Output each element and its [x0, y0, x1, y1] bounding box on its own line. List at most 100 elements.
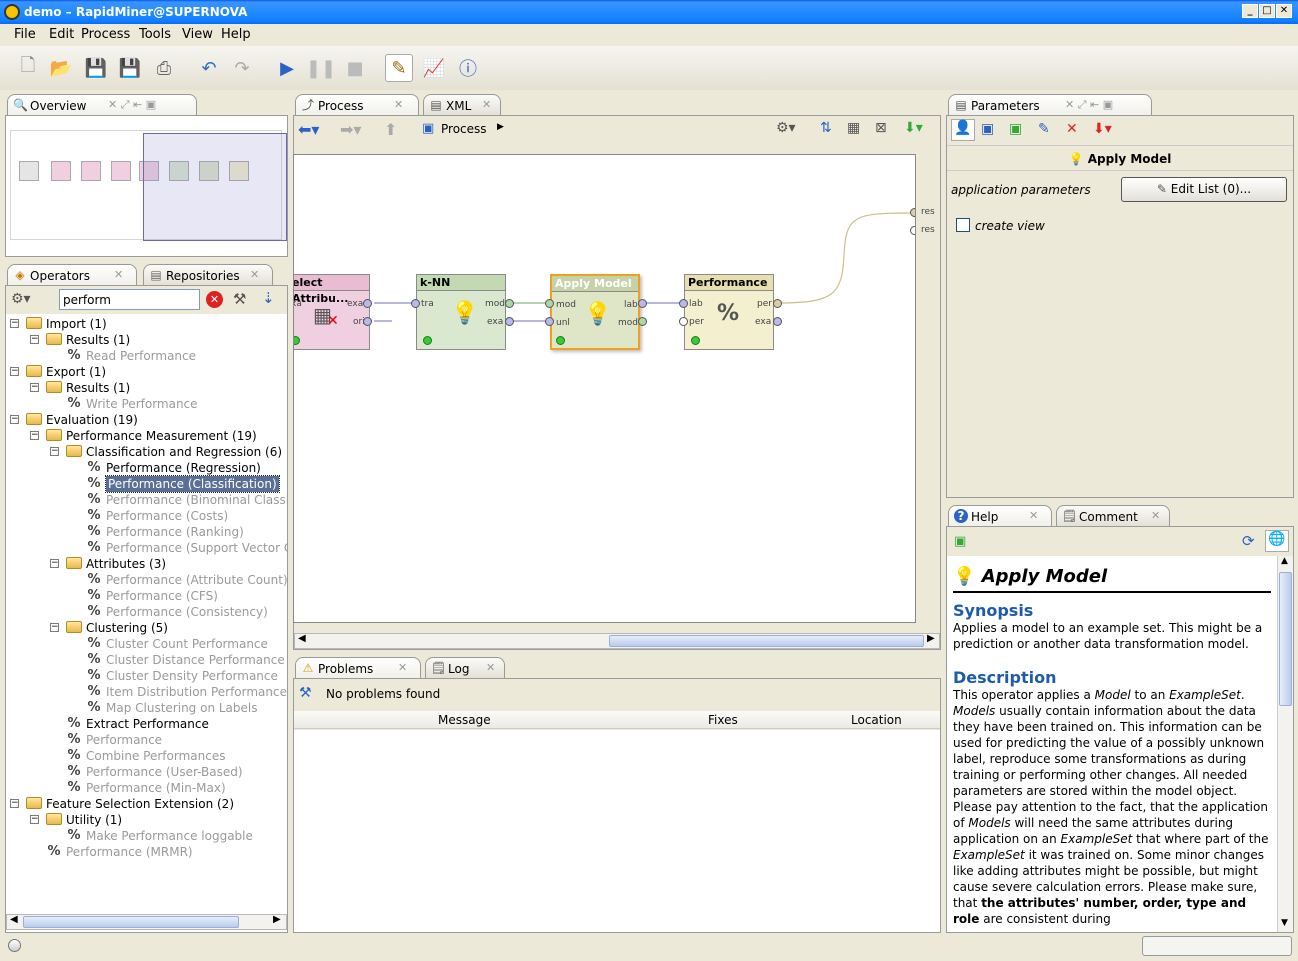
collapse-toggle-icon[interactable]: −: [50, 447, 59, 456]
tree-operator[interactable]: % Cluster Density Performance: [6, 668, 287, 684]
undo-icon[interactable]: ↶: [195, 54, 223, 82]
create-view-checkbox[interactable]: [956, 218, 970, 232]
output-port[interactable]: [773, 317, 782, 326]
output-port[interactable]: [505, 299, 514, 308]
close-icon[interactable]: ✕ ⤢ ⇤ ▣: [108, 98, 156, 112]
rename-icon[interactable]: ✎: [1038, 121, 1050, 137]
new-file-icon[interactable]: 🗋: [14, 54, 42, 82]
menu-file[interactable]: File: [14, 27, 36, 42]
output-port[interactable]: [505, 317, 514, 326]
fit-icon[interactable]: ⊠: [875, 120, 887, 136]
tab-overview[interactable]: 🔍 Overview ✕ ⤢ ⇤ ▣: [7, 94, 197, 116]
input-port[interactable]: [545, 317, 554, 326]
filter-icon[interactable]: ⚒: [233, 290, 246, 308]
tree-operator[interactable]: % Performance: [6, 732, 287, 748]
tree-operator[interactable]: % Cluster Distance Performance: [6, 652, 287, 668]
tree-folder[interactable]: − Attributes (3): [6, 556, 287, 572]
run-icon[interactable]: ▶: [273, 54, 301, 82]
tree-folder[interactable]: − Clustering (5): [6, 620, 287, 636]
back-icon[interactable]: ⬅▾: [298, 120, 319, 139]
forward-icon[interactable]: ➡▾: [340, 120, 361, 139]
menu-tools[interactable]: Tools: [139, 27, 171, 42]
save-as-icon[interactable]: 💾: [116, 54, 144, 82]
tab-problems[interactable]: ⚠ Problems ✕: [295, 657, 421, 679]
process-hscrollbar[interactable]: ◀ ▶: [294, 633, 940, 649]
maximize-button[interactable]: □: [1259, 4, 1275, 18]
tree-operator[interactable]: % Combine Performances: [6, 748, 287, 764]
scroll-left-icon[interactable]: ◀: [10, 914, 18, 925]
collapse-toggle-icon[interactable]: −: [50, 623, 59, 632]
tree-folder[interactable]: − Results (1): [6, 380, 287, 396]
collapse-toggle-icon[interactable]: −: [30, 431, 39, 440]
collapse-toggle-icon[interactable]: −: [30, 815, 39, 824]
up-icon[interactable]: ⬆: [384, 120, 397, 139]
output-port[interactable]: [638, 299, 647, 308]
breadcrumb-arrow-icon[interactable]: ▶: [497, 122, 504, 132]
save-icon[interactable]: 💾: [82, 54, 110, 82]
tree-folder[interactable]: − Feature Selection Extension (2): [6, 796, 287, 812]
breakpoint-icon[interactable]: ⬇▾: [1093, 121, 1112, 137]
tab-repositories[interactable]: ▤ Repositories ✕: [143, 264, 273, 286]
output-port[interactable]: [638, 317, 647, 326]
delete-icon[interactable]: ✕: [1066, 121, 1078, 137]
menu-edit[interactable]: Edit: [49, 27, 74, 42]
show-help-icon[interactable]: ▣: [954, 534, 966, 549]
tree-operator[interactable]: % Performance (MRMR): [6, 844, 287, 860]
tree-operator[interactable]: % Performance (User-Based): [6, 764, 287, 780]
new-operator-icon[interactable]: ⚙▾: [11, 291, 31, 307]
close-icon[interactable]: ✕: [482, 98, 491, 111]
output-port[interactable]: [363, 299, 372, 308]
collapse-toggle-icon[interactable]: −: [10, 367, 19, 376]
design-perspective-icon[interactable]: ✎: [385, 54, 413, 82]
close-icon[interactable]: ✕: [114, 268, 123, 281]
operator-select-attributes[interactable]: elect Attribu... xa exa ori ▦ ✕: [294, 274, 372, 350]
tree-operator[interactable]: % Performance (CFS): [6, 588, 287, 604]
collapse-toggle-icon[interactable]: −: [50, 559, 59, 568]
result-port[interactable]: [910, 208, 915, 217]
scroll-thumb[interactable]: [609, 635, 924, 647]
tree-operator[interactable]: % Read Performance: [6, 348, 287, 364]
tree-operator[interactable]: % Performance (Costs): [6, 508, 287, 524]
collapse-toggle-icon[interactable]: −: [30, 383, 39, 392]
enable-icon[interactable]: ▣: [1009, 121, 1022, 137]
result-perspective-icon[interactable]: 📈: [420, 54, 448, 82]
close-window-button[interactable]: ✕: [1276, 4, 1292, 18]
scroll-right-icon[interactable]: ▶: [927, 633, 935, 644]
help-vscrollbar[interactable]: ▲ ▼: [1277, 556, 1293, 932]
tree-operator[interactable]: % Item Distribution Performance: [6, 684, 287, 700]
tab-help[interactable]: ? Help ✕: [948, 505, 1052, 527]
overview-panel[interactable]: [5, 115, 288, 257]
order-icon[interactable]: ⇅: [820, 120, 832, 136]
info-icon[interactable]: ⓘ: [454, 54, 482, 82]
tree-operator[interactable]: % Extract Performance: [6, 716, 287, 732]
grid-icon[interactable]: ▦: [847, 120, 860, 136]
tree-operator[interactable]: % Write Performance: [6, 396, 287, 412]
collapse-toggle-icon[interactable]: −: [10, 319, 19, 328]
operator-performance[interactable]: Performance lab per per exa %: [679, 274, 782, 350]
close-icon[interactable]: ✕: [1029, 509, 1038, 522]
info-operator-icon[interactable]: ▣: [981, 121, 994, 137]
stop-icon[interactable]: ■: [341, 54, 369, 82]
tree-operator[interactable]: % Performance (Binominal Classifi: [6, 492, 287, 508]
edit-list-button[interactable]: ✎ Edit List (0)...: [1121, 177, 1287, 202]
tree-operator[interactable]: % Map Clustering on Labels: [6, 700, 287, 716]
sort-icon[interactable]: ⇣: [262, 289, 275, 307]
minimize-button[interactable]: _: [1242, 4, 1258, 18]
breadcrumb[interactable]: Process: [441, 122, 487, 136]
collapse-toggle-icon[interactable]: −: [10, 415, 19, 424]
tree-operator[interactable]: % Make Performance loggable: [6, 828, 287, 844]
close-icon[interactable]: ✕: [398, 661, 407, 674]
result-port[interactable]: [910, 226, 915, 235]
column-message[interactable]: Message: [438, 713, 491, 727]
menu-view[interactable]: View: [182, 27, 213, 42]
export-icon[interactable]: ⬇▾: [904, 120, 923, 136]
tree-operator[interactable]: % Performance (Support Vector Cou: [6, 540, 287, 556]
menu-process[interactable]: Process: [81, 27, 130, 42]
operator-knn[interactable]: k-NN tra mod exa 💡: [411, 274, 514, 350]
refresh-icon[interactable]: ⟳: [1242, 532, 1255, 550]
open-folder-icon[interactable]: 📂: [47, 54, 75, 82]
tree-operator[interactable]: % Performance (Regression): [6, 460, 287, 476]
tab-comment[interactable]: 🗒 Comment ✕: [1056, 505, 1170, 527]
operator-search-input[interactable]: [59, 289, 200, 310]
expert-mode-icon[interactable]: 👤: [951, 119, 975, 141]
